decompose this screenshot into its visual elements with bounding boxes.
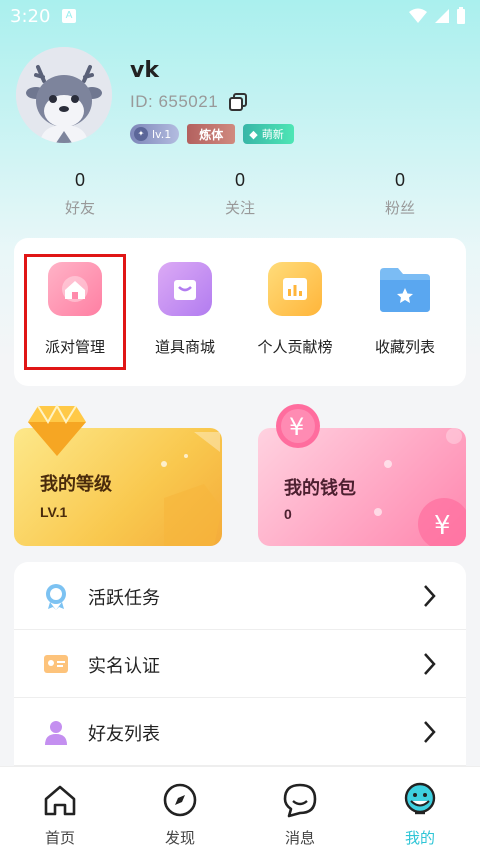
bar-chart-icon bbox=[268, 262, 322, 316]
settings-list: 活跃任务 实名认证 好友列表 bbox=[14, 562, 466, 768]
avatar[interactable] bbox=[16, 47, 112, 143]
level-badge-icon: ✦ bbox=[134, 127, 148, 141]
menu-party-manage[interactable]: 派对管理 bbox=[20, 262, 130, 357]
user-id: ID: 655021 bbox=[130, 92, 219, 111]
wifi-icon bbox=[409, 8, 427, 23]
copy-icon[interactable] bbox=[228, 92, 248, 112]
level-badge: ✦ lv.1 bbox=[130, 124, 180, 144]
star-folder-icon bbox=[378, 262, 432, 316]
menu-prop-shop[interactable]: 道具商城 bbox=[130, 262, 240, 357]
level-card-title: 我的等级 bbox=[40, 474, 112, 495]
newbie-badge: ◆ 萌新 bbox=[243, 124, 294, 144]
wallet-card-value: 0 bbox=[284, 506, 292, 522]
chevron-right-icon bbox=[424, 653, 436, 675]
status-bar: 3:20 A bbox=[0, 0, 480, 34]
home-outline-icon bbox=[44, 785, 76, 816]
role-badge: 炼体 bbox=[187, 124, 236, 144]
signal-icon bbox=[435, 9, 449, 23]
list-item-active-tasks[interactable]: 活跃任务 bbox=[14, 562, 466, 630]
menu-contribution-rank[interactable]: 个人贡献榜 bbox=[240, 262, 350, 357]
medal-icon bbox=[46, 584, 66, 610]
nav-messages[interactable]: 消息 bbox=[240, 781, 360, 848]
level-card-value: LV.1 bbox=[40, 504, 68, 520]
stat-fans[interactable]: 0 粉丝 bbox=[340, 170, 460, 218]
pink-coin-icon: ¥ bbox=[276, 404, 320, 448]
shop-bag-icon bbox=[158, 262, 212, 316]
list-item-friend-list[interactable]: 好友列表 bbox=[14, 698, 466, 766]
newbie-badge-icon: ◆ bbox=[249, 127, 258, 141]
notification-a-icon: A bbox=[62, 9, 76, 23]
svg-text:¥: ¥ bbox=[434, 511, 451, 541]
stats-row: 0 好友 0 关注 0 粉丝 bbox=[0, 170, 480, 226]
badge-row: ✦ lv.1 炼体 ◆ 萌新 bbox=[130, 124, 294, 144]
list-item-real-name-auth[interactable]: 实名认证 bbox=[14, 630, 466, 698]
battery-icon bbox=[457, 7, 465, 24]
deer-avatar-icon bbox=[16, 47, 112, 143]
id-card-icon bbox=[44, 655, 68, 673]
gold-diamond-icon bbox=[28, 403, 86, 456]
chevron-right-icon bbox=[424, 721, 436, 743]
user-icon bbox=[45, 721, 67, 745]
profile-face-icon bbox=[404, 782, 436, 815]
bottom-nav: 首页 发现 消息 我的 bbox=[0, 766, 480, 853]
feature-menu-card: 派对管理 道具商城 个人贡献榜 收藏列表 bbox=[14, 238, 466, 386]
stat-following[interactable]: 0 关注 bbox=[180, 170, 300, 218]
username: vk bbox=[130, 58, 159, 83]
svg-text:¥: ¥ bbox=[289, 413, 304, 441]
chat-bubble-icon bbox=[283, 783, 317, 818]
compass-icon bbox=[163, 783, 197, 817]
status-time: 3:20 bbox=[10, 6, 51, 27]
wallet-card-title: 我的钱包 bbox=[284, 478, 356, 499]
nav-discover[interactable]: 发现 bbox=[120, 781, 240, 848]
chevron-right-icon bbox=[424, 585, 436, 607]
home-icon bbox=[48, 262, 102, 316]
nav-me[interactable]: 我的 bbox=[360, 781, 480, 848]
menu-favorites[interactable]: 收藏列表 bbox=[350, 262, 460, 357]
nav-home[interactable]: 首页 bbox=[0, 781, 120, 848]
stat-friends[interactable]: 0 好友 bbox=[20, 170, 140, 218]
